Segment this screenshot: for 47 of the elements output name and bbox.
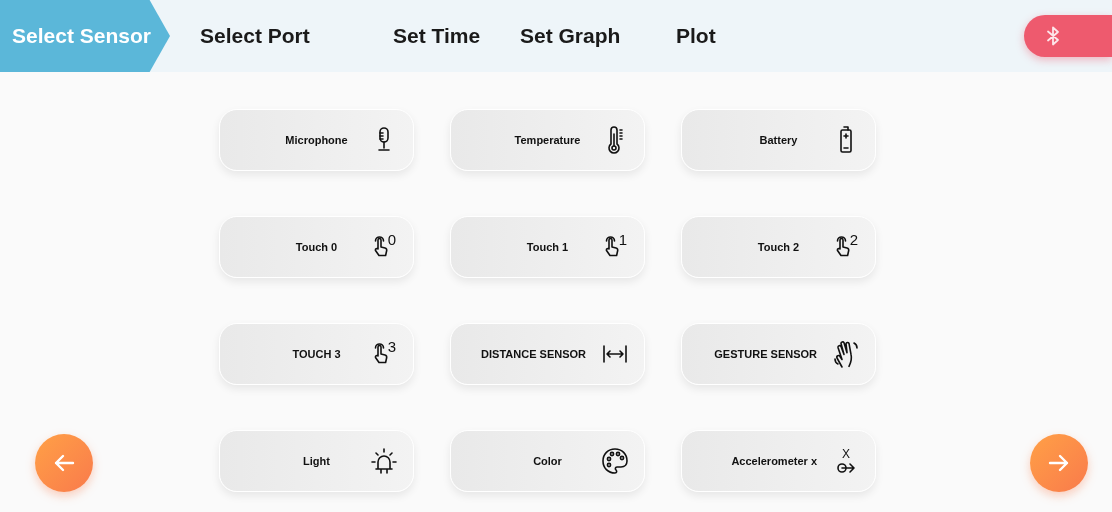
sensor-label: Temperature [513,132,582,148]
sensor-card[interactable]: Microphone [219,109,414,171]
motion-icon [837,462,855,474]
icon-label: 1 [618,232,628,247]
bluetooth-icon [1046,26,1060,46]
thermometer-icon [607,126,623,154]
sensor-card[interactable]: Touch 1 1 [450,216,645,278]
step-tab[interactable]: Set Graph [490,0,646,72]
sensor-label: Microphone [284,132,349,148]
palette-icon [601,447,629,475]
step-tab[interactable]: Plot [646,0,726,72]
hand-icon [833,339,859,369]
sensor-label: TOUCH 3 [291,346,342,362]
back-button[interactable] [35,434,93,492]
next-button[interactable] [1030,434,1088,492]
step-tab[interactable]: Set Time [363,0,490,72]
sensor-card[interactable]: Accelerometer x X [681,430,876,492]
sensor-label: Touch 1 [525,239,570,255]
icon-label: 0 [387,232,397,247]
sensor-card[interactable]: Touch 0 0 [219,216,414,278]
sensor-card[interactable]: GESTURE SENSOR [681,323,876,385]
arrow-left-icon [53,454,75,472]
sensor-label: Battery [758,132,799,148]
sensor-label: Touch 0 [294,239,339,255]
step-tab[interactable]: Select Port [170,0,363,72]
battery-icon [839,126,853,154]
sensor-label: Touch 2 [756,239,801,255]
bluetooth-button[interactable] [1024,15,1112,57]
icon-label: 2 [849,232,859,247]
sensor-label: Accelerometer x [731,453,817,469]
sensor-label: Color [532,453,563,469]
sensor-card[interactable]: Light [219,430,414,492]
sensor-label: DISTANCE SENSOR [481,346,586,362]
lamp-icon [370,447,398,475]
distance-icon [602,344,628,364]
sensor-card[interactable]: DISTANCE SENSOR [450,323,645,385]
sensor-card[interactable]: Temperature [450,109,645,171]
icon-label: X [842,448,850,460]
sensor-label: Light [302,453,331,469]
sensor-card[interactable]: Battery [681,109,876,171]
sensor-label: GESTURE SENSOR [714,346,817,362]
sensor-card[interactable]: TOUCH 3 3 [219,323,414,385]
microphone-icon [377,127,391,153]
icon-label: 3 [387,339,397,354]
arrow-right-icon [1048,454,1070,472]
sensor-card[interactable]: Color [450,430,645,492]
sensor-card[interactable]: Touch 2 2 [681,216,876,278]
